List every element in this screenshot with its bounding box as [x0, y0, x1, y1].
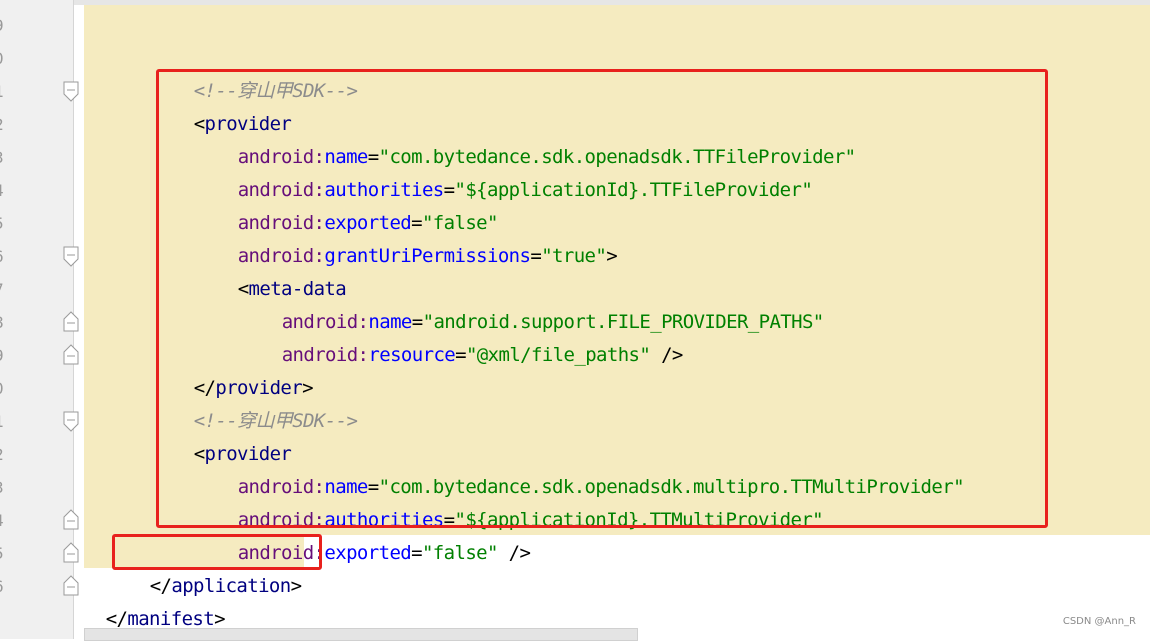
line-number: 6 — [0, 570, 8, 603]
fold-close-icon[interactable] — [63, 541, 79, 563]
line-number: 4 — [0, 174, 8, 207]
line-number: 0 — [0, 42, 8, 75]
attr-name: exported — [324, 542, 412, 564]
annotation-box-application — [112, 534, 322, 570]
tag-name: manifest — [127, 608, 215, 630]
line-number: 3 — [0, 141, 8, 174]
fold-close-icon[interactable] — [63, 508, 79, 530]
line-number: 1 — [0, 75, 8, 108]
fold-open-icon[interactable] — [63, 246, 79, 268]
tag-bracket: > — [214, 608, 225, 630]
line-number: 1 — [0, 405, 8, 438]
code-line[interactable]: </manifest> — [84, 570, 226, 630]
line-number: 9 — [0, 339, 8, 372]
attr-equals: = — [411, 542, 422, 564]
line-number: 5 — [0, 207, 8, 240]
line-number: 0 — [0, 372, 8, 405]
line-number: 4 — [0, 504, 8, 537]
fold-open-icon[interactable] — [63, 81, 79, 103]
tag-bracket: </ — [105, 608, 128, 630]
line-number: 6 — [0, 240, 8, 273]
line-number: 2 — [0, 108, 8, 141]
line-number: 5 — [0, 537, 8, 570]
watermark: CSDN @Ann_R — [1062, 616, 1136, 627]
line-number: 3 — [0, 471, 8, 504]
fold-close-icon[interactable] — [63, 310, 79, 332]
horizontal-scrollbar[interactable] — [84, 628, 638, 641]
tag-bracket: /> — [497, 542, 531, 564]
line-number: 7 — [0, 273, 8, 306]
fold-close-icon[interactable] — [63, 574, 79, 596]
fold-close-icon[interactable] — [63, 343, 79, 365]
attr-value: "false" — [421, 542, 498, 564]
line-number: 2 — [0, 438, 8, 471]
line-number: 8 — [0, 306, 8, 339]
tag-bracket: > — [290, 575, 302, 597]
line-number: 9 — [0, 9, 8, 42]
fold-open-icon[interactable] — [63, 411, 79, 433]
annotation-box-provider — [156, 69, 1048, 528]
